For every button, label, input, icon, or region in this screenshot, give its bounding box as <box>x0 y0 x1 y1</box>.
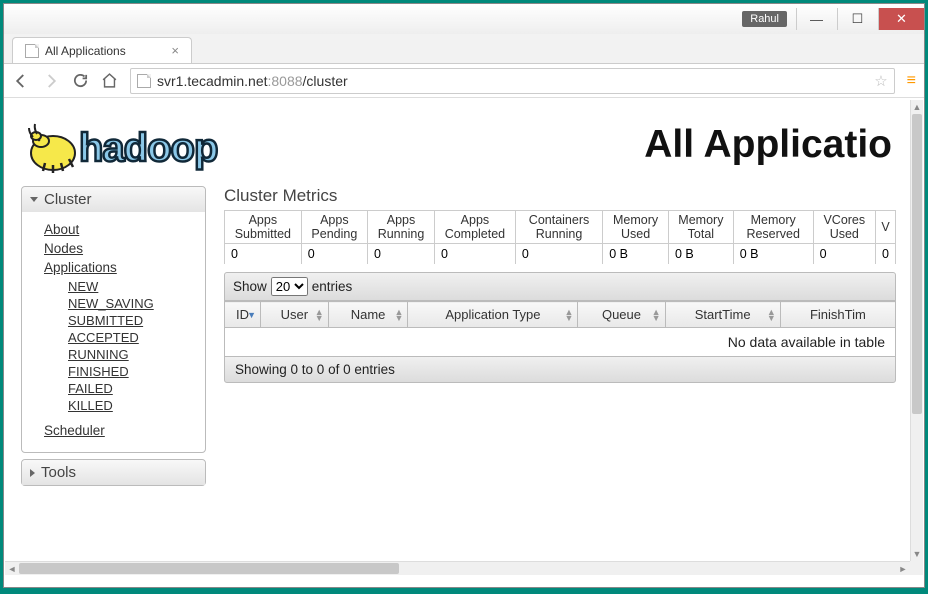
column-header-finishtime[interactable]: FinishTim <box>780 302 895 328</box>
hadoop-logo: hadoop <box>23 110 293 180</box>
metrics-value: 0 B <box>603 244 669 265</box>
url-page-icon <box>137 74 151 88</box>
vertical-scroll-thumb[interactable] <box>912 114 922 414</box>
column-header-user[interactable]: User▲▼ <box>261 302 329 328</box>
metrics-header: Memory Used <box>603 211 669 244</box>
sidebar-link-state-submitted[interactable]: SUBMITTED <box>68 313 199 328</box>
back-button[interactable] <box>12 72 30 90</box>
window-minimize-button[interactable]: — <box>796 8 836 30</box>
sidebar-link-state-finished[interactable]: FINISHED <box>68 364 199 379</box>
metrics-value: 0 <box>225 244 302 265</box>
sidebar-link-state-accepted[interactable]: ACCEPTED <box>68 330 199 345</box>
table-info: Showing 0 to 0 of 0 entries <box>224 356 896 383</box>
metrics-header: Memory Total <box>669 211 734 244</box>
horizontal-scroll-thumb[interactable] <box>19 563 399 574</box>
sidebar-panel-head-cluster[interactable]: Cluster <box>22 187 205 212</box>
column-header-id[interactable]: ID▼ <box>225 302 261 328</box>
metrics-value: 0 B <box>669 244 734 265</box>
forward-button[interactable] <box>42 72 60 90</box>
no-data-message: No data available in table <box>225 328 896 357</box>
column-header-starttime[interactable]: StartTime▲▼ <box>665 302 780 328</box>
metrics-header: Containers Running <box>515 211 602 244</box>
sidebar-link-state-new-saving[interactable]: NEW_SAVING <box>68 296 199 311</box>
vertical-scrollbar[interactable]: ▲ ▼ <box>910 100 923 561</box>
page-icon <box>25 44 39 58</box>
scroll-down-icon[interactable]: ▼ <box>911 547 923 561</box>
sidebar-app-states: NEW NEW_SAVING SUBMITTED ACCEPTED RUNNIN… <box>44 279 199 413</box>
sidebar-panel-cluster: Cluster About Nodes Applications NEW NEW… <box>21 186 206 453</box>
window-maximize-button[interactable]: ☐ <box>837 8 877 30</box>
window-close-button[interactable]: ✕ <box>878 8 924 30</box>
sidebar-link-scheduler[interactable]: Scheduler <box>44 423 199 438</box>
tab-title: All Applications <box>45 44 126 58</box>
scrollbar-corner <box>910 561 923 575</box>
sidebar-link-state-failed[interactable]: FAILED <box>68 381 199 396</box>
bookmark-icon[interactable]: ☆ <box>874 72 887 90</box>
sidebar-link-state-running[interactable]: RUNNING <box>68 347 199 362</box>
scroll-left-icon[interactable]: ◄ <box>5 562 19 575</box>
column-header-queue[interactable]: Queue▲▼ <box>578 302 665 328</box>
metrics-value: 0 <box>813 244 875 265</box>
metrics-header: Apps Pending <box>301 211 367 244</box>
metrics-value: 0 <box>301 244 367 265</box>
sidebar-link-state-new[interactable]: NEW <box>68 279 199 294</box>
metrics-value: 0 B <box>733 244 813 265</box>
main-content: Cluster Metrics Apps Submitted Apps Pend… <box>224 186 896 492</box>
metrics-header: Apps Submitted <box>225 211 302 244</box>
address-bar[interactable]: svr1.tecadmin.net:8088/cluster ☆ <box>130 68 895 94</box>
scroll-right-icon[interactable]: ► <box>896 562 910 575</box>
sidebar-link-state-killed[interactable]: KILLED <box>68 398 199 413</box>
horizontal-scrollbar[interactable]: ◄ ► <box>5 561 910 575</box>
sidebar: Cluster About Nodes Applications NEW NEW… <box>21 186 206 492</box>
user-badge: Rahul <box>742 11 787 27</box>
sidebar-link-about[interactable]: About <box>44 222 199 237</box>
sidebar-panel-tools: Tools <box>21 459 206 486</box>
url-text: svr1.tecadmin.net:8088/cluster <box>157 73 348 89</box>
home-button[interactable] <box>101 72 118 89</box>
applications-table: ID▼ User▲▼ Name▲▼ Application Type▲▼ Que… <box>224 301 896 356</box>
svg-text:hadoop: hadoop <box>79 126 217 170</box>
menu-icon[interactable]: ≡ <box>907 72 916 90</box>
metrics-value: 0 <box>434 244 515 265</box>
page-content: hadoop All Applicatio Cluster About Node… <box>5 100 910 561</box>
metrics-header: Apps Completed <box>434 211 515 244</box>
column-header-app-type[interactable]: Application Type▲▼ <box>408 302 578 328</box>
tab-strip: All Applications × <box>4 34 924 64</box>
page-header: hadoop All Applicatio <box>5 100 910 186</box>
metrics-value: 0 <box>875 244 895 265</box>
page-size-select[interactable]: 20 <box>271 277 308 296</box>
metrics-value: 0 <box>368 244 435 265</box>
browser-window: Rahul — ☐ ✕ All Applications × svr1.teca… <box>3 3 925 588</box>
cluster-metrics-table: Apps Submitted Apps Pending Apps Running… <box>224 210 896 264</box>
metrics-header: VCores Used <box>813 211 875 244</box>
reload-button[interactable] <box>72 72 89 89</box>
sidebar-panel-head-tools[interactable]: Tools <box>22 460 205 485</box>
metrics-header: V <box>875 211 895 244</box>
cluster-metrics-title: Cluster Metrics <box>224 186 896 206</box>
column-header-name[interactable]: Name▲▼ <box>328 302 408 328</box>
tab-close-icon[interactable]: × <box>171 43 179 58</box>
table-length-control: Show 20 entries <box>224 272 896 301</box>
page-title: All Applicatio <box>644 123 892 167</box>
sidebar-link-applications[interactable]: Applications <box>44 260 199 275</box>
window-titlebar: Rahul — ☐ ✕ <box>4 4 924 34</box>
browser-tab[interactable]: All Applications × <box>12 37 192 63</box>
sidebar-link-nodes[interactable]: Nodes <box>44 241 199 256</box>
navigation-bar: svr1.tecadmin.net:8088/cluster ☆ ≡ <box>4 64 924 98</box>
scroll-up-icon[interactable]: ▲ <box>911 100 923 114</box>
metrics-header: Apps Running <box>368 211 435 244</box>
metrics-value: 0 <box>515 244 602 265</box>
metrics-header: Memory Reserved <box>733 211 813 244</box>
